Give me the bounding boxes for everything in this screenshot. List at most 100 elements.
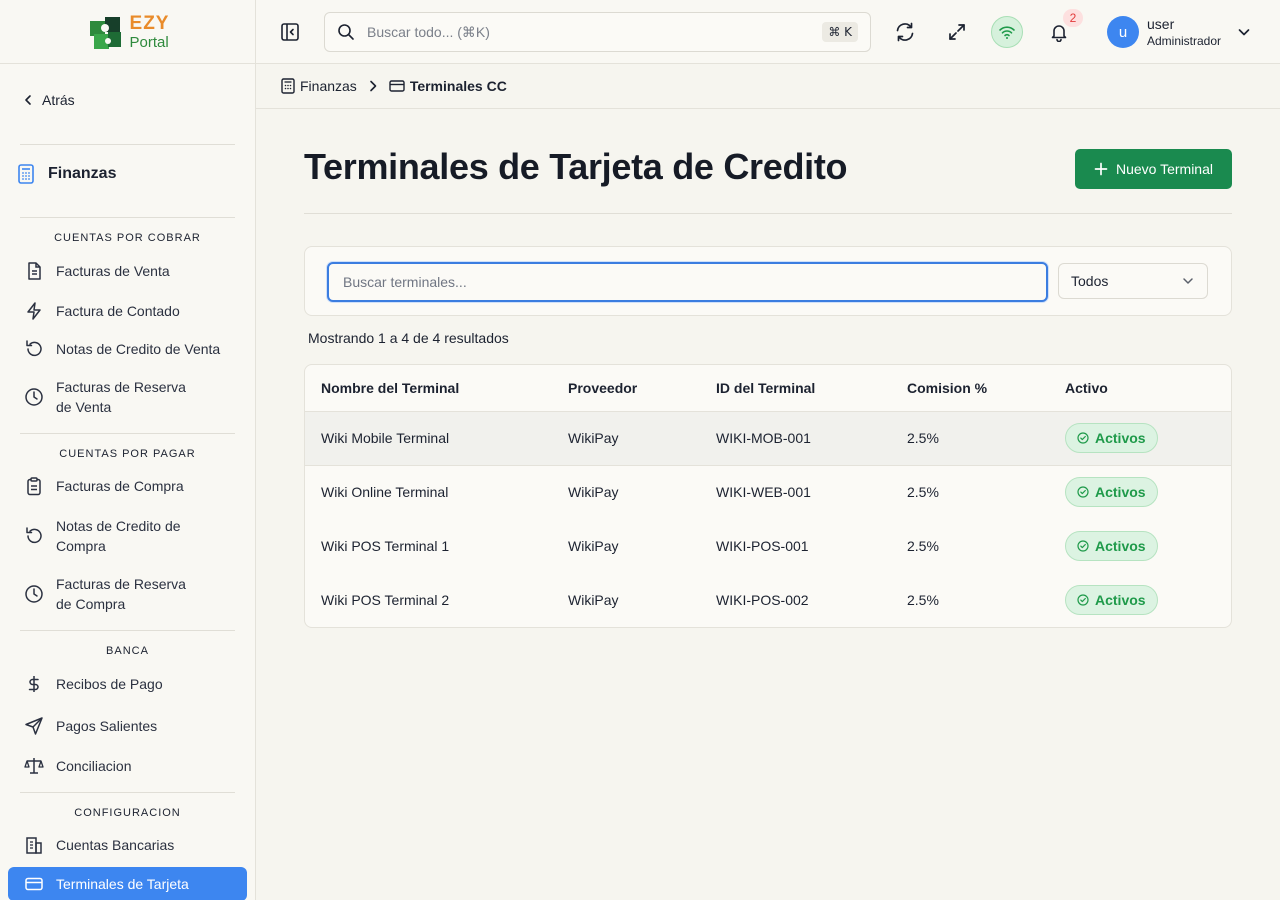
sidebar-item-card-terminals[interactable]: Terminales de Tarjeta	[8, 867, 247, 900]
breadcrumb-finanzas[interactable]: Finanzas	[281, 78, 357, 94]
scale-icon	[24, 758, 44, 774]
sidebar-item-sales-reserve-invoices[interactable]: Facturas de Reserva de Venta	[24, 377, 224, 417]
wifi-icon	[999, 26, 1015, 39]
terminal-search-input[interactable]	[327, 262, 1048, 302]
sidebar-item-label-line1: Notas de Credito de	[56, 518, 181, 534]
notification-count-badge: 2	[1063, 9, 1083, 27]
new-terminal-button[interactable]: Nuevo Terminal	[1075, 149, 1232, 189]
status-filter-select[interactable]: Todos	[1058, 263, 1208, 299]
logo-text-portal: Portal	[129, 33, 169, 51]
table-row[interactable]: Wiki POS Terminal 1 WikiPay WIKI-POS-001…	[305, 519, 1231, 573]
column-header-name[interactable]: Nombre del Terminal	[305, 365, 568, 412]
breadcrumb-current-label: Terminales CC	[409, 78, 507, 94]
sidebar-item-purchase-reserve-invoices[interactable]: Facturas de Reserva de Compra	[24, 574, 224, 614]
sidebar-item-label-line2: de Compra	[56, 596, 126, 612]
sidebar-item-reconciliation[interactable]: Conciliacion	[24, 756, 224, 776]
refresh-button[interactable]	[893, 20, 917, 44]
plus-icon	[1094, 162, 1108, 176]
sidebar: EZY Portal Atrás Finanzas CUENTAS POR CO…	[0, 0, 256, 900]
sidebar-item-label-line2: de Venta	[56, 399, 112, 415]
fullscreen-button[interactable]	[945, 20, 969, 44]
sidebar-item-bank-accounts[interactable]: Cuentas Bancarias	[24, 835, 224, 855]
sidebar-item-sales-credit-notes[interactable]: Notas de Credito de Venta	[24, 339, 224, 359]
cell-commission: 2.5%	[907, 484, 939, 501]
table-row[interactable]: Wiki Mobile Terminal WikiPay WIKI-MOB-00…	[305, 411, 1231, 466]
breadcrumb-parent-label: Finanzas	[300, 78, 357, 94]
logo-text-ezy: EZY	[129, 12, 170, 34]
divider	[304, 213, 1232, 214]
sidebar-item-label: Notas de Credito de Venta	[56, 341, 221, 357]
sidebar-item-payment-receipts[interactable]: Recibos de Pago	[24, 674, 224, 694]
cell-active: Activos	[1065, 465, 1231, 519]
cell-active: Activos	[1065, 519, 1231, 573]
sidebar-item-purchase-credit-notes[interactable]: Notas de Credito de Compra	[24, 516, 224, 556]
status-badge: Activos	[1065, 531, 1158, 561]
chevron-left-icon	[25, 95, 31, 105]
top-bar: Buscar todo... (⌘K) ⌘ K 2 u user Adminis…	[256, 0, 1280, 64]
column-header-terminal-id[interactable]: ID del Terminal	[716, 365, 907, 412]
credit-card-icon	[389, 80, 405, 92]
sidebar-item-sales-invoices[interactable]: Facturas de Venta	[24, 261, 224, 281]
table-row[interactable]: Wiki POS Terminal 2 WikiPay WIKI-POS-002…	[305, 573, 1231, 627]
column-header-provider[interactable]: Proveedor	[568, 365, 716, 412]
status-badge: Activos	[1065, 585, 1158, 615]
status-badge: Activos	[1065, 423, 1158, 453]
table-row[interactable]: Wiki Online Terminal WikiPay WIKI-WEB-00…	[305, 465, 1231, 519]
send-icon	[25, 717, 43, 735]
sidebar-item-cash-invoice[interactable]: Factura de Contado	[24, 301, 224, 321]
sidebar-item-outgoing-payments[interactable]: Pagos Salientes	[24, 716, 224, 736]
status-badge: Activos	[1065, 477, 1158, 508]
lightning-icon	[27, 302, 41, 320]
sidebar-item-purchase-invoices[interactable]: Facturas de Compra	[24, 476, 224, 496]
sidebar-item-label: Facturas de Reserva de Compra	[56, 574, 186, 614]
column-header-commission[interactable]: Comision %	[907, 365, 1065, 412]
cell-provider: WikiPay	[568, 592, 619, 608]
check-circle-icon	[1077, 540, 1089, 552]
cell-commission: 2.5%	[907, 411, 1065, 466]
rotate-ccw-icon	[26, 340, 42, 357]
panel-left-icon	[281, 23, 299, 41]
back-label: Atrás	[42, 92, 75, 108]
user-name: user	[1147, 16, 1175, 32]
cell-terminal-id: WIKI-WEB-001	[716, 484, 811, 501]
back-link[interactable]: Atrás	[22, 92, 75, 108]
divider	[20, 792, 235, 793]
avatar[interactable]: u	[1107, 16, 1139, 48]
cell-terminal-id: WIKI-POS-002	[716, 592, 809, 608]
global-search[interactable]: Buscar todo... (⌘K) ⌘ K	[324, 12, 871, 52]
cell-terminal-name: Wiki Mobile Terminal	[305, 411, 568, 466]
cell-terminal-id: WIKI-POS-001	[716, 538, 809, 554]
maximize-icon	[949, 24, 965, 40]
sidebar-item-label: Recibos de Pago	[56, 676, 163, 692]
search-icon	[338, 24, 354, 40]
check-circle-icon	[1077, 486, 1089, 498]
chevron-down-icon	[1183, 278, 1193, 284]
credit-card-icon	[25, 877, 43, 891]
breadcrumb: Finanzas Terminales CC	[256, 64, 1280, 109]
connection-status-button[interactable]	[991, 16, 1023, 48]
sidebar-item-label: Notas de Credito de Compra	[56, 516, 181, 556]
sidebar-item-label: Facturas de Reserva de Venta	[56, 377, 186, 417]
results-count: Mostrando 1 a 4 de 4 resultados	[308, 330, 509, 346]
status-badge-label: Activos	[1095, 592, 1146, 608]
cell-provider: WikiPay	[568, 538, 619, 554]
cell-commission: 2.5%	[907, 538, 939, 554]
section-title-config: CONFIGURACION	[74, 807, 181, 819]
cell-terminal-id: WIKI-MOB-001	[716, 411, 907, 466]
chevron-right-icon	[370, 80, 377, 92]
divider	[20, 217, 235, 218]
filter-panel: Todos	[304, 246, 1232, 316]
refresh-icon	[896, 22, 914, 42]
cell-terminal-name: Wiki POS Terminal 2	[321, 592, 450, 608]
cell-provider: WikiPay	[568, 411, 716, 466]
app-logo[interactable]: EZY Portal	[86, 13, 170, 51]
breadcrumb-current: Terminales CC	[389, 78, 507, 94]
sidebar-item-label: Terminales de Tarjeta	[56, 876, 189, 892]
check-circle-icon	[1077, 594, 1089, 606]
toggle-sidebar-button[interactable]	[278, 20, 302, 44]
user-menu[interactable]: user Administrador	[1147, 16, 1221, 50]
user-menu-toggle[interactable]	[1236, 24, 1252, 40]
column-header-active[interactable]: Activo	[1065, 365, 1231, 412]
search-shortcut-hint: ⌘ K	[822, 22, 858, 42]
calculator-icon	[281, 78, 295, 94]
